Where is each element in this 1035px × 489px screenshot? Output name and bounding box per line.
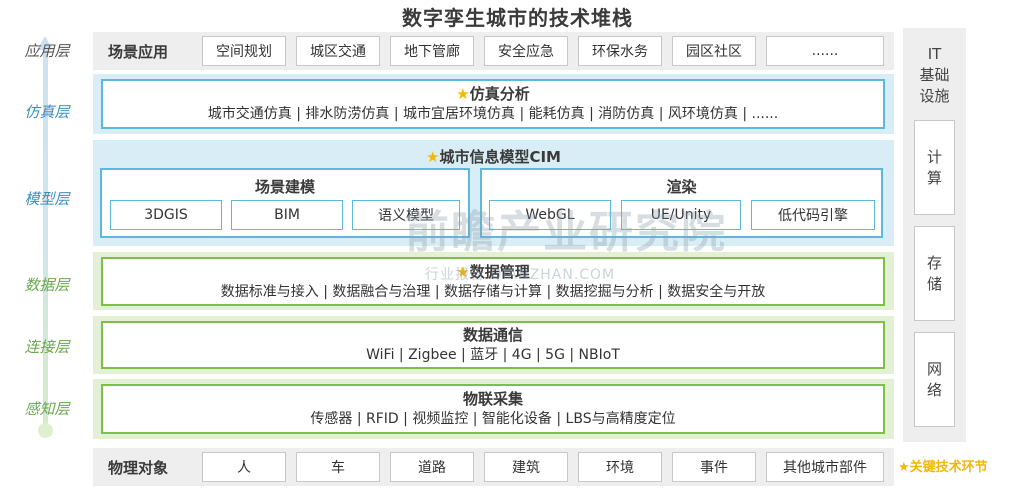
it-compute-box: 计算 [914,120,955,215]
iot-title: 物联采集 [462,390,523,408]
iot-box: 物联采集 传感器 | RFID | 视频监控 | 智能化设备 | LBS与高精度… [101,384,885,434]
diagram-title: 数字孪生城市的技术堆栈 [402,6,633,30]
scene-app-item: 地下管廊 [390,36,474,66]
it-network-label: 网络 [926,359,942,399]
scene-app-item: ...... [766,36,884,66]
physical-item: 事件 [672,452,756,482]
key-star-icon: ★ [456,85,470,103]
model-item-3dgis: 3DGIS [110,200,222,230]
physical-title: 物理对象 [108,459,169,477]
scene-app-item: 城区交通 [296,36,380,66]
data-mgmt-subtitle: 数据标准与接入 | 数据融合与治理 | 数据存储与计算 | 数据挖掘与分析 | … [220,283,766,300]
data-comm-title: 数据通信 [462,326,523,344]
model-item-bim: BIM [231,200,343,230]
layer-label-sim: 仿真层 [24,103,70,121]
scene-app-item: 安全应急 [484,36,568,66]
simulation-subtitle: 城市交通仿真 | 排水防涝仿真 | 城市宜居环境仿真 | 能耗仿真 | 消防仿真… [207,106,779,122]
rendering-title: 渲染 [666,178,697,196]
scene-app-item: 园区社区 [672,36,756,66]
scene-app-item: 空间规划 [202,36,286,66]
arrow-base-dot [38,423,53,438]
scene-app-title: 场景应用 [108,43,169,61]
simulation-title: 仿真分析 [469,85,530,103]
cim-title: 城市信息模型CIM [439,148,561,166]
physical-item: 其他城市部件 [766,452,884,482]
layer-label-model: 模型层 [24,190,70,208]
simulation-box: ★仿真分析 城市交通仿真 | 排水防涝仿真 | 城市宜居环境仿真 | 能耗仿真 … [101,79,885,129]
physical-item: 道路 [390,452,474,482]
layer-label-app: 应用层 [24,42,70,60]
physical-item: 建筑 [484,452,568,482]
render-item-lowcode: 低代码引擎 [751,200,875,230]
watermark-logo-text: 前瞻产业研究院 [405,207,727,258]
it-network-box: 网络 [914,332,955,427]
cim-header: ★城市信息模型CIM [93,146,894,167]
it-infra-title: IT 基础 设施 [919,45,950,105]
data-comm-subtitle: WiFi | Zigbee | 蓝牙 | 4G | 5G | NBIoT [366,347,620,363]
iot-subtitle: 传感器 | RFID | 视频监控 | 智能化设备 | LBS与高精度定位 [310,411,676,427]
physical-item: 环境 [578,452,662,482]
it-storage-label: 存储 [926,253,942,293]
physical-item: 车 [296,452,380,482]
scene-modeling-title: 场景建模 [254,178,315,196]
it-compute-label: 计算 [926,147,942,187]
watermark-sub-text: 行业报告 QIANZHAN.COM [425,267,616,283]
layer-label-data: 数据层 [24,276,70,294]
scene-app-item: 环保水务 [578,36,662,66]
physical-item: 人 [202,452,286,482]
data-comm-box: 数据通信 WiFi | Zigbee | 蓝牙 | 4G | 5G | NBIo… [101,321,885,369]
key-star-icon: ★ [426,148,440,166]
key-tech-legend: ★关键技术环节 [898,460,988,475]
layer-label-conn: 连接层 [24,338,70,356]
layer-label-sense: 感知层 [24,400,70,418]
it-storage-box: 存储 [914,226,955,321]
